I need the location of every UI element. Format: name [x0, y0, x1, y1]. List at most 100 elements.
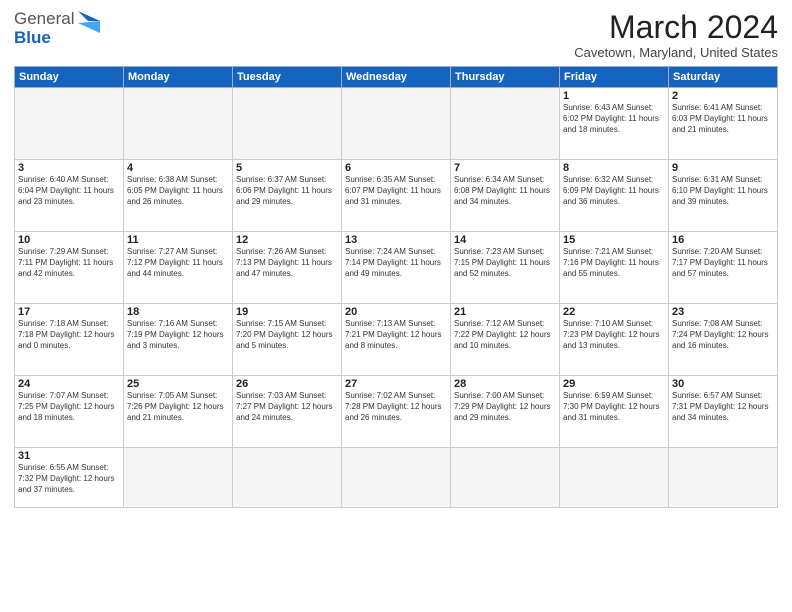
- table-row: 24Sunrise: 7:07 AM Sunset: 7:25 PM Dayli…: [15, 376, 124, 448]
- table-row: 16Sunrise: 7:20 AM Sunset: 7:17 PM Dayli…: [669, 232, 778, 304]
- table-row: 26Sunrise: 7:03 AM Sunset: 7:27 PM Dayli…: [233, 376, 342, 448]
- day-info: Sunrise: 6:43 AM Sunset: 6:02 PM Dayligh…: [563, 103, 665, 135]
- table-row: [124, 448, 233, 508]
- table-row: 30Sunrise: 6:57 AM Sunset: 7:31 PM Dayli…: [669, 376, 778, 448]
- day-info: Sunrise: 7:13 AM Sunset: 7:21 PM Dayligh…: [345, 319, 447, 351]
- day-number: 27: [345, 378, 447, 390]
- day-info: Sunrise: 6:32 AM Sunset: 6:09 PM Dayligh…: [563, 175, 665, 207]
- day-number: 29: [563, 378, 665, 390]
- day-info: Sunrise: 7:24 AM Sunset: 7:14 PM Dayligh…: [345, 247, 447, 279]
- col-thursday: Thursday: [451, 67, 560, 88]
- day-number: 20: [345, 306, 447, 318]
- day-number: 11: [127, 234, 229, 246]
- day-number: 30: [672, 378, 774, 390]
- table-row: [560, 448, 669, 508]
- day-info: Sunrise: 7:23 AM Sunset: 7:15 PM Dayligh…: [454, 247, 556, 279]
- day-number: 26: [236, 378, 338, 390]
- table-row: 28Sunrise: 7:00 AM Sunset: 7:29 PM Dayli…: [451, 376, 560, 448]
- calendar-header-row: Sunday Monday Tuesday Wednesday Thursday…: [15, 67, 778, 88]
- table-row: [342, 448, 451, 508]
- table-row: [15, 88, 124, 160]
- day-info: Sunrise: 7:00 AM Sunset: 7:29 PM Dayligh…: [454, 391, 556, 423]
- day-number: 22: [563, 306, 665, 318]
- table-row: [233, 448, 342, 508]
- day-info: Sunrise: 7:20 AM Sunset: 7:17 PM Dayligh…: [672, 247, 774, 279]
- day-number: 10: [18, 234, 120, 246]
- table-row: 21Sunrise: 7:12 AM Sunset: 7:22 PM Dayli…: [451, 304, 560, 376]
- table-row: [233, 88, 342, 160]
- page: General Blue March 2024 Cavetown, Maryla…: [0, 0, 792, 612]
- location-subtitle: Cavetown, Maryland, United States: [574, 45, 778, 60]
- day-info: Sunrise: 7:26 AM Sunset: 7:13 PM Dayligh…: [236, 247, 338, 279]
- logo: General Blue: [14, 10, 100, 47]
- day-number: 7: [454, 162, 556, 174]
- day-info: Sunrise: 6:34 AM Sunset: 6:08 PM Dayligh…: [454, 175, 556, 207]
- col-sunday: Sunday: [15, 67, 124, 88]
- day-info: Sunrise: 7:16 AM Sunset: 7:19 PM Dayligh…: [127, 319, 229, 351]
- table-row: 12Sunrise: 7:26 AM Sunset: 7:13 PM Dayli…: [233, 232, 342, 304]
- table-row: 18Sunrise: 7:16 AM Sunset: 7:19 PM Dayli…: [124, 304, 233, 376]
- day-info: Sunrise: 7:27 AM Sunset: 7:12 PM Dayligh…: [127, 247, 229, 279]
- day-info: Sunrise: 6:31 AM Sunset: 6:10 PM Dayligh…: [672, 175, 774, 207]
- day-number: 2: [672, 90, 774, 102]
- day-info: Sunrise: 6:59 AM Sunset: 7:30 PM Dayligh…: [563, 391, 665, 423]
- table-row: 15Sunrise: 7:21 AM Sunset: 7:16 PM Dayli…: [560, 232, 669, 304]
- day-number: 25: [127, 378, 229, 390]
- table-row: [669, 448, 778, 508]
- table-row: 29Sunrise: 6:59 AM Sunset: 7:30 PM Dayli…: [560, 376, 669, 448]
- day-number: 19: [236, 306, 338, 318]
- table-row: 7Sunrise: 6:34 AM Sunset: 6:08 PM Daylig…: [451, 160, 560, 232]
- table-row: 10Sunrise: 7:29 AM Sunset: 7:11 PM Dayli…: [15, 232, 124, 304]
- day-info: Sunrise: 7:07 AM Sunset: 7:25 PM Dayligh…: [18, 391, 120, 423]
- table-row: 27Sunrise: 7:02 AM Sunset: 7:28 PM Dayli…: [342, 376, 451, 448]
- day-number: 23: [672, 306, 774, 318]
- day-number: 8: [563, 162, 665, 174]
- table-row: 1Sunrise: 6:43 AM Sunset: 6:02 PM Daylig…: [560, 88, 669, 160]
- calendar-table: Sunday Monday Tuesday Wednesday Thursday…: [14, 66, 778, 508]
- day-number: 24: [18, 378, 120, 390]
- col-tuesday: Tuesday: [233, 67, 342, 88]
- table-row: 31Sunrise: 6:55 AM Sunset: 7:32 PM Dayli…: [15, 448, 124, 508]
- table-row: 17Sunrise: 7:18 AM Sunset: 7:18 PM Dayli…: [15, 304, 124, 376]
- day-info: Sunrise: 6:57 AM Sunset: 7:31 PM Dayligh…: [672, 391, 774, 423]
- day-info: Sunrise: 7:29 AM Sunset: 7:11 PM Dayligh…: [18, 247, 120, 279]
- day-number: 3: [18, 162, 120, 174]
- day-info: Sunrise: 7:18 AM Sunset: 7:18 PM Dayligh…: [18, 319, 120, 351]
- table-row: 19Sunrise: 7:15 AM Sunset: 7:20 PM Dayli…: [233, 304, 342, 376]
- day-number: 16: [672, 234, 774, 246]
- table-row: 5Sunrise: 6:37 AM Sunset: 6:06 PM Daylig…: [233, 160, 342, 232]
- table-row: [451, 448, 560, 508]
- day-info: Sunrise: 7:10 AM Sunset: 7:23 PM Dayligh…: [563, 319, 665, 351]
- day-number: 1: [563, 90, 665, 102]
- day-number: 15: [563, 234, 665, 246]
- day-info: Sunrise: 6:55 AM Sunset: 7:32 PM Dayligh…: [18, 463, 120, 495]
- table-row: 20Sunrise: 7:13 AM Sunset: 7:21 PM Dayli…: [342, 304, 451, 376]
- col-wednesday: Wednesday: [342, 67, 451, 88]
- day-info: Sunrise: 6:41 AM Sunset: 6:03 PM Dayligh…: [672, 103, 774, 135]
- header: General Blue March 2024 Cavetown, Maryla…: [14, 10, 778, 60]
- day-number: 28: [454, 378, 556, 390]
- table-row: 25Sunrise: 7:05 AM Sunset: 7:26 PM Dayli…: [124, 376, 233, 448]
- day-number: 9: [672, 162, 774, 174]
- table-row: 22Sunrise: 7:10 AM Sunset: 7:23 PM Dayli…: [560, 304, 669, 376]
- day-number: 31: [18, 450, 120, 462]
- col-saturday: Saturday: [669, 67, 778, 88]
- day-number: 14: [454, 234, 556, 246]
- table-row: 11Sunrise: 7:27 AM Sunset: 7:12 PM Dayli…: [124, 232, 233, 304]
- table-row: 6Sunrise: 6:35 AM Sunset: 6:07 PM Daylig…: [342, 160, 451, 232]
- table-row: 8Sunrise: 6:32 AM Sunset: 6:09 PM Daylig…: [560, 160, 669, 232]
- table-row: 23Sunrise: 7:08 AM Sunset: 7:24 PM Dayli…: [669, 304, 778, 376]
- month-title: March 2024: [574, 10, 778, 45]
- day-number: 6: [345, 162, 447, 174]
- day-info: Sunrise: 7:02 AM Sunset: 7:28 PM Dayligh…: [345, 391, 447, 423]
- day-number: 17: [18, 306, 120, 318]
- table-row: [124, 88, 233, 160]
- day-info: Sunrise: 6:40 AM Sunset: 6:04 PM Dayligh…: [18, 175, 120, 207]
- title-area: March 2024 Cavetown, Maryland, United St…: [574, 10, 778, 60]
- table-row: 4Sunrise: 6:38 AM Sunset: 6:05 PM Daylig…: [124, 160, 233, 232]
- table-row: [451, 88, 560, 160]
- logo-area: General Blue: [14, 10, 100, 47]
- day-info: Sunrise: 7:05 AM Sunset: 7:26 PM Dayligh…: [127, 391, 229, 423]
- table-row: 9Sunrise: 6:31 AM Sunset: 6:10 PM Daylig…: [669, 160, 778, 232]
- table-row: 14Sunrise: 7:23 AM Sunset: 7:15 PM Dayli…: [451, 232, 560, 304]
